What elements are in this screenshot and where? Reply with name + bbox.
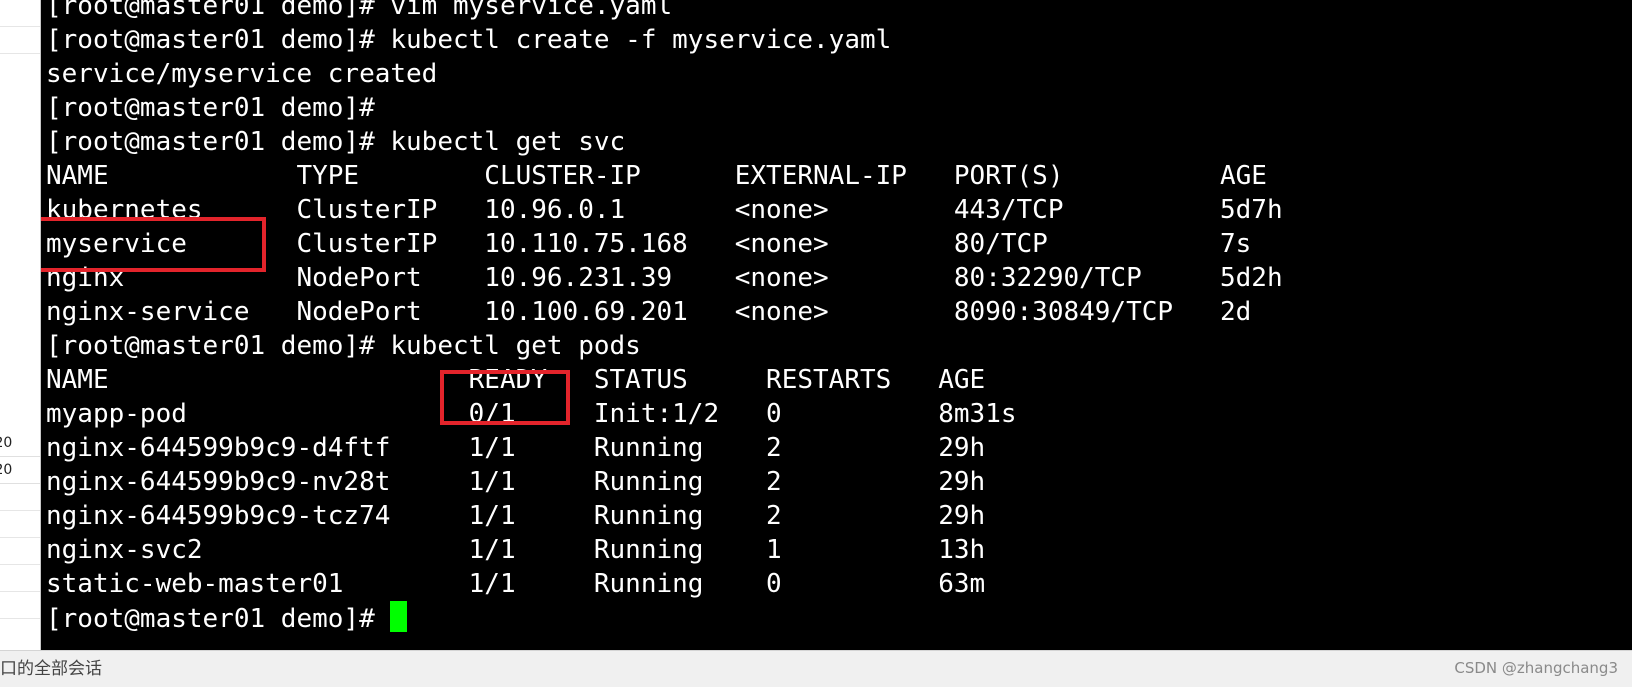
session-row[interactable]: .20 — [0, 430, 40, 457]
terminal-prompt-line[interactable]: [root@master01 demo]# — [46, 601, 1283, 635]
session-row[interactable] — [0, 592, 40, 619]
terminal-line: nginx-644599b9c9-tcz74 1/1 Running 2 29h — [46, 501, 986, 531]
status-bar: 口的全部会话 CSDN @zhangchang3 — [0, 650, 1632, 687]
terminal-window[interactable]: [root@master01 demo]# vim myservice.yaml… — [41, 0, 1632, 650]
terminal-line: [root@master01 demo]# kubectl create -f … — [46, 25, 892, 55]
terminal-line: [root@master01 demo]# kubectl get svc — [46, 127, 626, 157]
terminal-line: static-web-master01 1/1 Running 0 63m — [46, 569, 986, 599]
session-list-panel[interactable]: .20 .20 — [0, 0, 41, 650]
terminal-line: nginx-svc2 1/1 Running 1 13h — [46, 535, 986, 565]
terminal-line: myapp-pod 0/1 Init:1/2 0 8m31s — [46, 399, 1017, 429]
session-row[interactable] — [0, 565, 40, 592]
terminal-line: [root@master01 demo]# vim myservice.yaml — [46, 0, 673, 21]
watermark: CSDN @zhangchang3 — [1454, 659, 1618, 677]
terminal-output: [root@master01 demo]# vim myservice.yaml… — [46, 0, 1283, 635]
terminal-line: NAME READY STATUS RESTARTS AGE — [46, 365, 986, 395]
terminal-line: [root@master01 demo]# kubectl get pods — [46, 331, 641, 361]
screenshot: .20 .20 [root@master01 demo]# vim myserv… — [0, 0, 1632, 687]
terminal-line: nginx-service NodePort 10.100.69.201 <no… — [46, 297, 1252, 327]
session-broadcast-label[interactable]: 口的全部会话 — [0, 651, 102, 687]
session-row[interactable] — [0, 27, 40, 54]
session-row-label: .20 — [0, 462, 13, 478]
terminal-cursor — [390, 601, 408, 632]
terminal-line: [root@master01 demo]# — [46, 93, 375, 123]
terminal-line: NAME TYPE CLUSTER-IP EXTERNAL-IP PORT(S)… — [46, 161, 1267, 191]
session-row[interactable]: .20 — [0, 457, 40, 484]
session-row[interactable] — [0, 538, 40, 565]
terminal-prompt: [root@master01 demo]# — [46, 604, 391, 634]
highlight-box-ready-status — [440, 370, 570, 425]
terminal-line: nginx-644599b9c9-d4ftf 1/1 Running 2 29h — [46, 433, 986, 463]
session-row[interactable] — [0, 511, 40, 538]
terminal-line: nginx-644599b9c9-nv28t 1/1 Running 2 29h — [46, 467, 986, 497]
session-row[interactable] — [0, 0, 40, 27]
session-row-label: .20 — [0, 435, 13, 451]
terminal-line: service/myservice created — [46, 59, 438, 89]
session-row[interactable] — [0, 484, 40, 511]
highlight-box-myservice — [41, 217, 266, 272]
